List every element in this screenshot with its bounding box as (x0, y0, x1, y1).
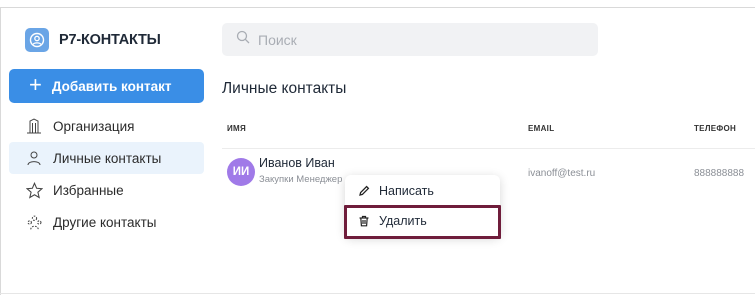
contact-email: ivanoff@test.ru (528, 168, 596, 179)
menu-item-delete[interactable]: Удалить (345, 206, 500, 236)
contacts-logo-icon (25, 28, 49, 52)
page-title: Личные контакты (222, 80, 347, 97)
sidebar-item-other-contacts[interactable]: Другие контакты (9, 206, 204, 238)
context-menu: Написать Удалить (345, 175, 500, 237)
column-header-phone[interactable]: ТЕЛЕФОН (694, 124, 736, 133)
search-icon (236, 30, 250, 49)
app-logo[interactable]: Р7-КОНТАКТЫ (25, 28, 161, 52)
contact-name: Иванов Иван (259, 156, 335, 170)
contact-phone: 888888888 (694, 168, 745, 179)
menu-item-delete-label: Удалить (379, 214, 427, 228)
window-border-bottom (0, 293, 755, 294)
header-divider (222, 148, 755, 149)
trash-icon (357, 214, 371, 228)
avatar: ИИ (227, 158, 255, 186)
sidebar-item-favorites[interactable]: Избранные (9, 174, 204, 206)
star-icon (25, 181, 43, 199)
window-border-left (0, 7, 1, 295)
plus-icon: + (29, 72, 42, 97)
building-icon (25, 117, 43, 135)
sidebar-item-personal-contacts[interactable]: Личные контакты (9, 142, 204, 174)
sidebar-nav: Организация Личные контакты Избранные Др… (9, 110, 204, 238)
menu-item-write-label: Написать (379, 184, 434, 198)
contact-role: Закупки Менеджер (259, 174, 343, 185)
sidebar-item-label: Другие контакты (53, 214, 157, 230)
person-icon (25, 149, 43, 167)
search-input[interactable] (258, 31, 578, 48)
app-title: Р7-КОНТАКТЫ (59, 32, 161, 48)
column-header-email[interactable]: EMAIL (528, 124, 554, 133)
group-icon (25, 213, 43, 231)
sidebar-item-label: Избранные (53, 182, 124, 198)
menu-item-write[interactable]: Написать (345, 176, 500, 206)
column-header-name[interactable]: ИМЯ (227, 124, 246, 133)
sidebar-item-organization[interactable]: Организация (9, 110, 204, 142)
sidebar-item-label: Организация (53, 118, 135, 134)
pencil-icon (357, 184, 371, 198)
sidebar-item-label: Личные контакты (53, 150, 162, 166)
app-window: Р7-КОНТАКТЫ + Добавить контакт Организац… (0, 0, 755, 295)
add-contact-button[interactable]: + Добавить контакт (9, 69, 204, 103)
add-contact-label: Добавить контакт (51, 78, 172, 94)
window-border-top (0, 7, 755, 8)
search-bar[interactable] (222, 23, 598, 56)
